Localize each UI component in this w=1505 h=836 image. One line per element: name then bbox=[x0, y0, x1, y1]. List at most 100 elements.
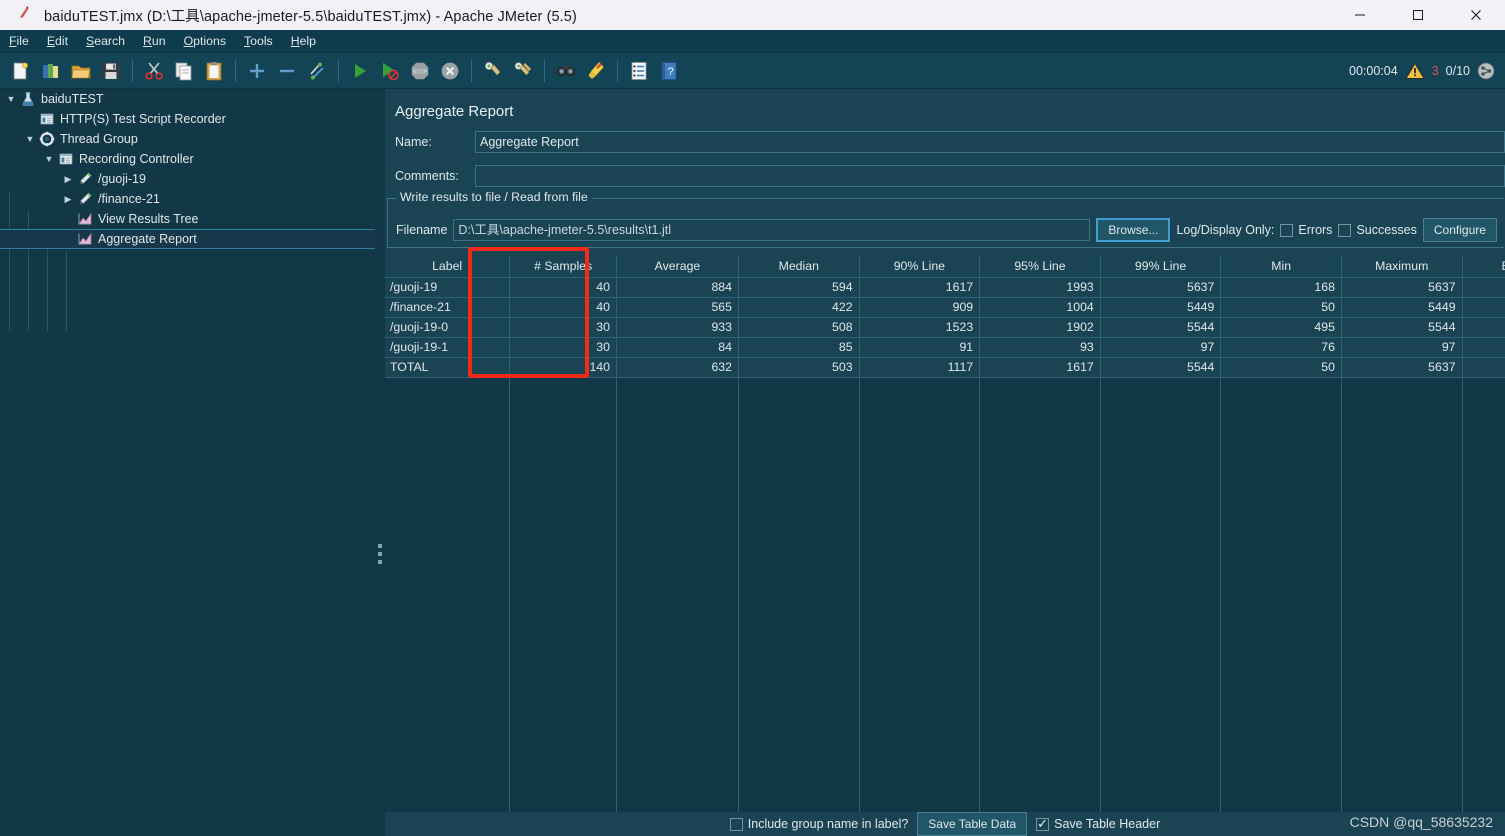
tree-item-aggregate-report[interactable]: Aggregate Report bbox=[0, 229, 375, 249]
table-cell[interactable]: 909 bbox=[859, 297, 981, 318]
include-group-name-checkbox[interactable] bbox=[729, 817, 743, 831]
clear-all-icon[interactable] bbox=[509, 57, 537, 85]
save-table-header-wrap[interactable]: Save Table Header bbox=[1036, 815, 1160, 832]
table-cell[interactable]: 1117 bbox=[859, 357, 981, 378]
table-cell[interactable]: 1902 bbox=[979, 317, 1101, 338]
toggle-icon[interactable] bbox=[303, 57, 331, 85]
test-plan-tree[interactable]: ▼ baiduTEST HTTP(S) Test Script Recorder… bbox=[0, 89, 375, 836]
open-icon[interactable] bbox=[67, 57, 95, 85]
table-cell[interactable]: 5544 bbox=[1100, 317, 1222, 338]
table-header[interactable]: Label # Samples Average Median 90% Line 95% L… bbox=[385, 256, 1505, 278]
table-cell[interactable]: 91 bbox=[859, 337, 981, 358]
table-body[interactable]: /guoji-194088459416171993563716856370.00… bbox=[385, 277, 1505, 378]
cell-label[interactable]: /guoji-19-0 bbox=[385, 317, 511, 338]
reset-search-icon[interactable] bbox=[582, 57, 610, 85]
table-cell[interactable]: 5637 bbox=[1100, 277, 1222, 298]
table-row[interactable]: TOTAL1406325031117161755445056370.00%51.… bbox=[385, 357, 1505, 378]
errors-checkbox-wrap[interactable]: Errors bbox=[1280, 223, 1332, 237]
help-icon[interactable]: ? bbox=[655, 57, 683, 85]
maximize-button[interactable] bbox=[1389, 0, 1447, 30]
chevron-down-icon[interactable]: ▼ bbox=[22, 129, 38, 149]
column-header[interactable]: Average bbox=[616, 256, 739, 278]
tree-item-view-results-tree[interactable]: View Results Tree bbox=[0, 209, 375, 229]
table-cell[interactable]: 97 bbox=[1341, 337, 1463, 358]
table-cell[interactable]: 93 bbox=[979, 337, 1101, 358]
table-cell[interactable]: 85 bbox=[738, 337, 860, 358]
table-cell[interactable]: 140 bbox=[509, 357, 617, 378]
column-header[interactable]: 90% Line bbox=[859, 256, 981, 278]
remote-engines-icon[interactable] bbox=[1477, 62, 1495, 80]
menu-file[interactable]: File bbox=[0, 32, 38, 50]
start-no-pauses-icon[interactable] bbox=[376, 57, 404, 85]
table-cell[interactable]: 0.00% bbox=[1462, 317, 1505, 338]
panel-splitter[interactable] bbox=[375, 89, 385, 836]
warning-triangle-icon[interactable] bbox=[1404, 62, 1425, 80]
table-row[interactable]: /guoji-19-130848591939776970.00%25.7/min… bbox=[385, 337, 1505, 358]
aggregate-report-table-scroll[interactable]: Label # Samples Average Median 90% Line 95% L… bbox=[385, 256, 1505, 816]
table-cell[interactable]: 1617 bbox=[859, 277, 981, 298]
browse-button[interactable]: Browse... bbox=[1096, 218, 1171, 242]
tree-item-guoji-19[interactable]: ▶ /guoji-19 bbox=[0, 169, 375, 189]
name-input[interactable]: Aggregate Report bbox=[475, 131, 1505, 153]
function-helper-icon[interactable] bbox=[625, 57, 653, 85]
menu-search[interactable]: Search bbox=[77, 32, 134, 50]
chevron-right-icon[interactable]: ▶ bbox=[60, 169, 76, 189]
paste-icon[interactable] bbox=[200, 57, 228, 85]
chevron-down-icon[interactable]: ▼ bbox=[3, 89, 19, 109]
comments-input[interactable] bbox=[475, 165, 1505, 187]
stop-icon[interactable]: STOP bbox=[406, 57, 434, 85]
table-cell[interactable]: 0.00% bbox=[1462, 357, 1505, 378]
table-cell[interactable]: 632 bbox=[616, 357, 739, 378]
expand-all-icon[interactable] bbox=[243, 57, 271, 85]
cut-icon[interactable] bbox=[140, 57, 168, 85]
cell-label[interactable]: /guoji-19-1 bbox=[385, 337, 511, 358]
filename-input[interactable]: D:\工具\apache-jmeter-5.5\results\t1.jtl bbox=[453, 219, 1091, 241]
table-cell[interactable]: 503 bbox=[738, 357, 860, 378]
table-cell[interactable]: 50 bbox=[1220, 297, 1342, 318]
column-header[interactable]: Median bbox=[738, 256, 860, 278]
table-cell[interactable]: 5449 bbox=[1100, 297, 1222, 318]
cell-label[interactable]: /finance-21 bbox=[385, 297, 511, 318]
tree-item-recording-controller[interactable]: ▼ Recording Controller bbox=[0, 149, 375, 169]
table-cell[interactable]: 1004 bbox=[979, 297, 1101, 318]
table-cell[interactable]: 1993 bbox=[979, 277, 1101, 298]
cell-label[interactable]: /guoji-19 bbox=[385, 277, 511, 298]
table-cell[interactable]: 884 bbox=[616, 277, 739, 298]
table-cell[interactable]: 50 bbox=[1220, 357, 1342, 378]
aggregate-report-table[interactable]: Label # Samples Average Median 90% Line 95% L… bbox=[385, 256, 1505, 378]
table-row[interactable]: /guoji-19-03093350815231902554449555440.… bbox=[385, 317, 1505, 338]
table-cell[interactable]: 1617 bbox=[979, 357, 1101, 378]
menu-help[interactable]: Help bbox=[282, 32, 325, 50]
table-cell[interactable]: 1523 bbox=[859, 317, 981, 338]
copy-icon[interactable] bbox=[170, 57, 198, 85]
successes-checkbox-wrap[interactable]: Successes bbox=[1338, 223, 1417, 237]
collapse-all-icon[interactable] bbox=[273, 57, 301, 85]
table-cell[interactable]: 933 bbox=[616, 317, 739, 338]
menu-tools[interactable]: Tools bbox=[235, 32, 282, 50]
table-cell[interactable]: 5544 bbox=[1100, 357, 1222, 378]
tree-item-thread-group[interactable]: ▼ Thread Group bbox=[0, 129, 375, 149]
table-cell[interactable]: 76 bbox=[1220, 337, 1342, 358]
table-cell[interactable]: 508 bbox=[738, 317, 860, 338]
column-header[interactable]: 95% Line bbox=[979, 256, 1101, 278]
clear-icon[interactable] bbox=[479, 57, 507, 85]
table-cell[interactable]: 422 bbox=[738, 297, 860, 318]
column-header[interactable]: Error % bbox=[1462, 256, 1505, 278]
table-cell[interactable]: 0.00% bbox=[1462, 337, 1505, 358]
tree-item-http-recorder[interactable]: HTTP(S) Test Script Recorder bbox=[0, 109, 375, 129]
table-cell[interactable]: 168 bbox=[1220, 277, 1342, 298]
table-cell[interactable]: 5637 bbox=[1341, 277, 1463, 298]
column-header[interactable]: # Samples bbox=[509, 256, 617, 278]
search-icon[interactable] bbox=[552, 57, 580, 85]
column-header[interactable]: Label bbox=[385, 256, 511, 278]
column-header[interactable]: Min bbox=[1220, 256, 1342, 278]
table-cell[interactable]: 0.00% bbox=[1462, 297, 1505, 318]
table-cell[interactable]: 565 bbox=[616, 297, 739, 318]
new-icon[interactable] bbox=[7, 57, 35, 85]
tree-item-baidutest[interactable]: ▼ baiduTEST bbox=[0, 89, 375, 109]
menu-run[interactable]: Run bbox=[134, 32, 175, 50]
splitter-grip[interactable] bbox=[378, 544, 382, 570]
save-table-header-checkbox[interactable] bbox=[1036, 815, 1050, 832]
start-icon[interactable] bbox=[346, 57, 374, 85]
chevron-right-icon[interactable]: ▶ bbox=[60, 189, 76, 209]
